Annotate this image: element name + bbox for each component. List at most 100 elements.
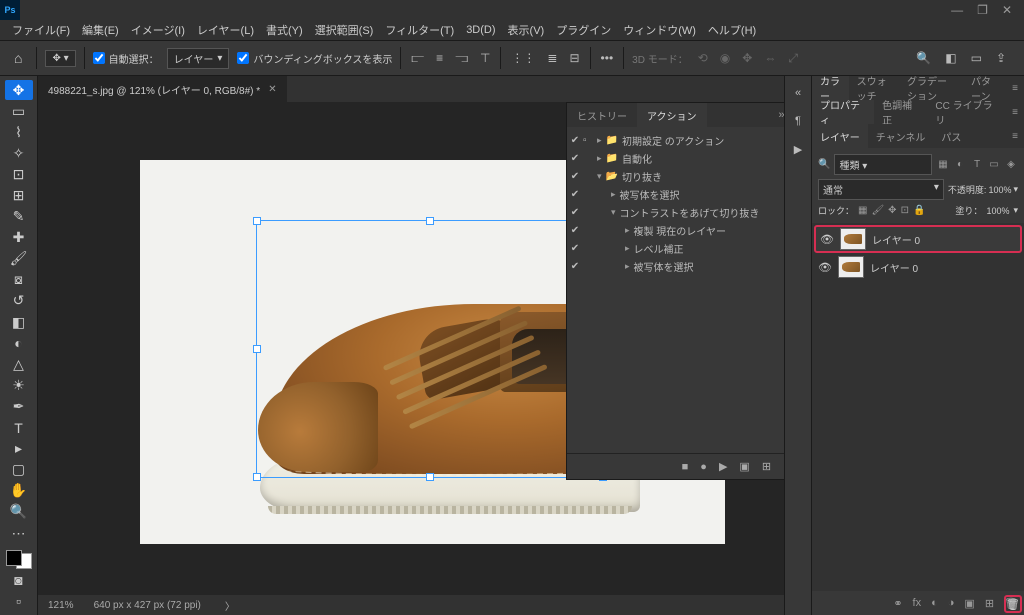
menu-help[interactable]: ヘルプ(H) <box>704 20 760 40</box>
workspace-icon[interactable]: ◧ <box>943 49 958 67</box>
distribute-v-icon[interactable]: ≣ <box>545 49 559 67</box>
type-tool[interactable]: T <box>5 418 33 438</box>
collapsed-play-icon[interactable]: ▶ <box>789 140 807 158</box>
menu-filter[interactable]: フィルター(T) <box>381 20 458 40</box>
transform-handle-tm[interactable] <box>426 217 434 225</box>
lock-image-icon[interactable]: 🖌 <box>871 205 884 216</box>
layer-item-1[interactable]: 👁 レイヤー 0 <box>814 253 1022 281</box>
menu-image[interactable]: イメージ(I) <box>127 20 189 40</box>
tab-actions[interactable]: アクション <box>637 103 707 127</box>
tab-path[interactable]: パス <box>933 124 969 148</box>
tab-channel[interactable]: チャンネル <box>868 124 934 148</box>
status-dims[interactable]: 640 px x 427 px (72 ppi) <box>94 600 201 611</box>
auto-select-target[interactable]: レイヤー ▾ <box>167 48 230 69</box>
transform-box[interactable] <box>256 220 604 478</box>
layer-visibility-icon[interactable]: 👁 <box>820 233 834 246</box>
layer-adjust-icon[interactable]: ◑ <box>948 597 955 609</box>
menu-3d[interactable]: 3D(D) <box>462 22 499 38</box>
filter-pixel-icon[interactable]: ▦ <box>936 158 950 172</box>
layer-visibility-icon[interactable]: 👁 <box>818 261 832 274</box>
auto-select-checkbox[interactable] <box>93 52 105 64</box>
layer-link-icon[interactable]: ⚭ <box>893 597 902 610</box>
align-left-icon[interactable]: ⫍ <box>409 49 426 68</box>
action-delete-icon[interactable]: 🗑 <box>783 460 784 473</box>
edit-toolbar[interactable]: ⋯ <box>5 523 33 543</box>
gradient-tool[interactable]: ◐ <box>5 333 33 353</box>
collapsed-paragraph-icon[interactable]: ¶ <box>789 112 807 130</box>
action-auto[interactable]: 自動化 <box>622 151 652 166</box>
healing-tool[interactable]: ✚ <box>5 228 33 248</box>
panel-collapse-icon[interactable]: » <box>778 109 784 121</box>
magic-wand-tool[interactable]: ✧ <box>5 143 33 163</box>
status-zoom[interactable]: 121% <box>48 600 74 611</box>
action-select-subject2[interactable]: 被写体を選択 <box>634 259 694 274</box>
layer-fx-icon[interactable]: fx <box>913 597 922 609</box>
collapsed-expand-icon[interactable]: « <box>789 84 807 102</box>
transform-handle-ml[interactable] <box>253 345 261 353</box>
lock-pos-icon[interactable]: ✥ <box>888 205 896 216</box>
layer-name[interactable]: レイヤー 0 <box>872 232 920 247</box>
move-tool-icon[interactable]: ✥ ▾ <box>45 50 75 67</box>
blur-tool[interactable]: △ <box>5 354 33 374</box>
highlighted-trash-icon[interactable]: 🗑 <box>1004 595 1022 613</box>
document-close-icon[interactable]: ✕ <box>268 84 276 95</box>
frame-tool[interactable]: ⊞ <box>5 185 33 205</box>
layer-filter-kind[interactable]: 種類 ▾ <box>834 154 932 175</box>
pen-tool[interactable]: ✒ <box>5 396 33 416</box>
marquee-tool[interactable]: ▭ <box>5 101 33 121</box>
arrange-icon[interactable]: ▭ <box>969 49 984 67</box>
action-cutout[interactable]: 切り抜き <box>622 169 662 184</box>
path-select-tool[interactable]: ▸ <box>5 439 33 459</box>
action-new-folder-icon[interactable]: ▣ <box>739 460 749 473</box>
fill-value[interactable]: 100% <box>986 206 1009 216</box>
action-stop-icon[interactable]: ■ <box>682 461 689 473</box>
filter-type-icon[interactable]: T <box>970 158 984 172</box>
action-default[interactable]: 初期設定 のアクション <box>622 133 724 148</box>
action-record-icon[interactable]: ● <box>700 461 707 473</box>
layer-new-icon[interactable]: ⊞ <box>985 597 994 610</box>
color-panel-menu-icon[interactable]: ≡ <box>1006 76 1024 100</box>
brush-tool[interactable]: 🖌 <box>5 249 33 269</box>
menu-view[interactable]: 表示(V) <box>504 20 549 40</box>
action-level[interactable]: レベル補正 <box>634 241 684 256</box>
tab-cc-library[interactable]: CC ライブラリ <box>927 100 1006 124</box>
transform-handle-bm[interactable] <box>426 473 434 481</box>
search-icon[interactable]: 🔍 <box>914 49 933 67</box>
menu-window[interactable]: ウィンドウ(W) <box>619 20 700 40</box>
distribute-h-icon[interactable]: ⋮⋮ <box>509 49 537 67</box>
tab-layer[interactable]: レイヤー <box>812 124 868 148</box>
restore-button[interactable]: ❐ <box>977 3 988 17</box>
screen-mode-tool[interactable]: ▫ <box>5 591 33 611</box>
show-transform-checkbox[interactable] <box>237 52 249 64</box>
layer-name[interactable]: レイヤー 0 <box>870 260 918 275</box>
layer-thumbnail[interactable] <box>840 228 866 250</box>
menu-layer[interactable]: レイヤー(L) <box>193 20 258 40</box>
close-button[interactable]: ✕ <box>1002 3 1012 17</box>
stamp-tool[interactable]: ⧇ <box>5 270 33 290</box>
transform-handle-bl[interactable] <box>253 473 261 481</box>
share-icon[interactable]: ⇪ <box>994 49 1008 67</box>
align-top-icon[interactable]: ⊤ <box>478 49 492 67</box>
menu-edit[interactable]: 編集(E) <box>78 20 123 40</box>
shape-tool[interactable]: ▢ <box>5 460 33 480</box>
zoom-tool[interactable]: 🔍 <box>5 502 33 522</box>
blend-mode-select[interactable]: 通常▾ <box>818 179 944 200</box>
menu-plugin[interactable]: プラグイン <box>552 20 615 40</box>
filter-adjust-icon[interactable]: ◐ <box>953 158 967 172</box>
property-panel-menu-icon[interactable]: ≡ <box>1006 100 1024 124</box>
distribute-space-icon[interactable]: ⊟ <box>567 49 581 67</box>
action-dup-layer[interactable]: 複製 現在のレイヤー <box>634 223 726 238</box>
action-new-icon[interactable]: ⊞ <box>762 460 771 473</box>
eraser-tool[interactable]: ◧ <box>5 312 33 332</box>
hand-tool[interactable]: ✋ <box>5 481 33 501</box>
filter-smart-icon[interactable]: ◈ <box>1004 158 1018 172</box>
opacity-value[interactable]: 100% <box>988 185 1011 195</box>
canvas[interactable]: ヒストリー アクション »≡ ✔▫▸📁初期設定 のアクション ✔▸📁自動化 ✔▾… <box>38 102 784 595</box>
layer-item-0[interactable]: 👁 レイヤー 0 <box>814 225 1022 253</box>
move-tool[interactable]: ✥ <box>5 80 33 100</box>
lock-trans-icon[interactable]: ▦ <box>858 205 867 216</box>
more-icon[interactable]: ••• <box>599 49 616 67</box>
layer-mask-icon[interactable]: ◐ <box>931 597 938 609</box>
history-brush-tool[interactable]: ↺ <box>5 291 33 311</box>
menu-file[interactable]: ファイル(F) <box>8 20 74 40</box>
